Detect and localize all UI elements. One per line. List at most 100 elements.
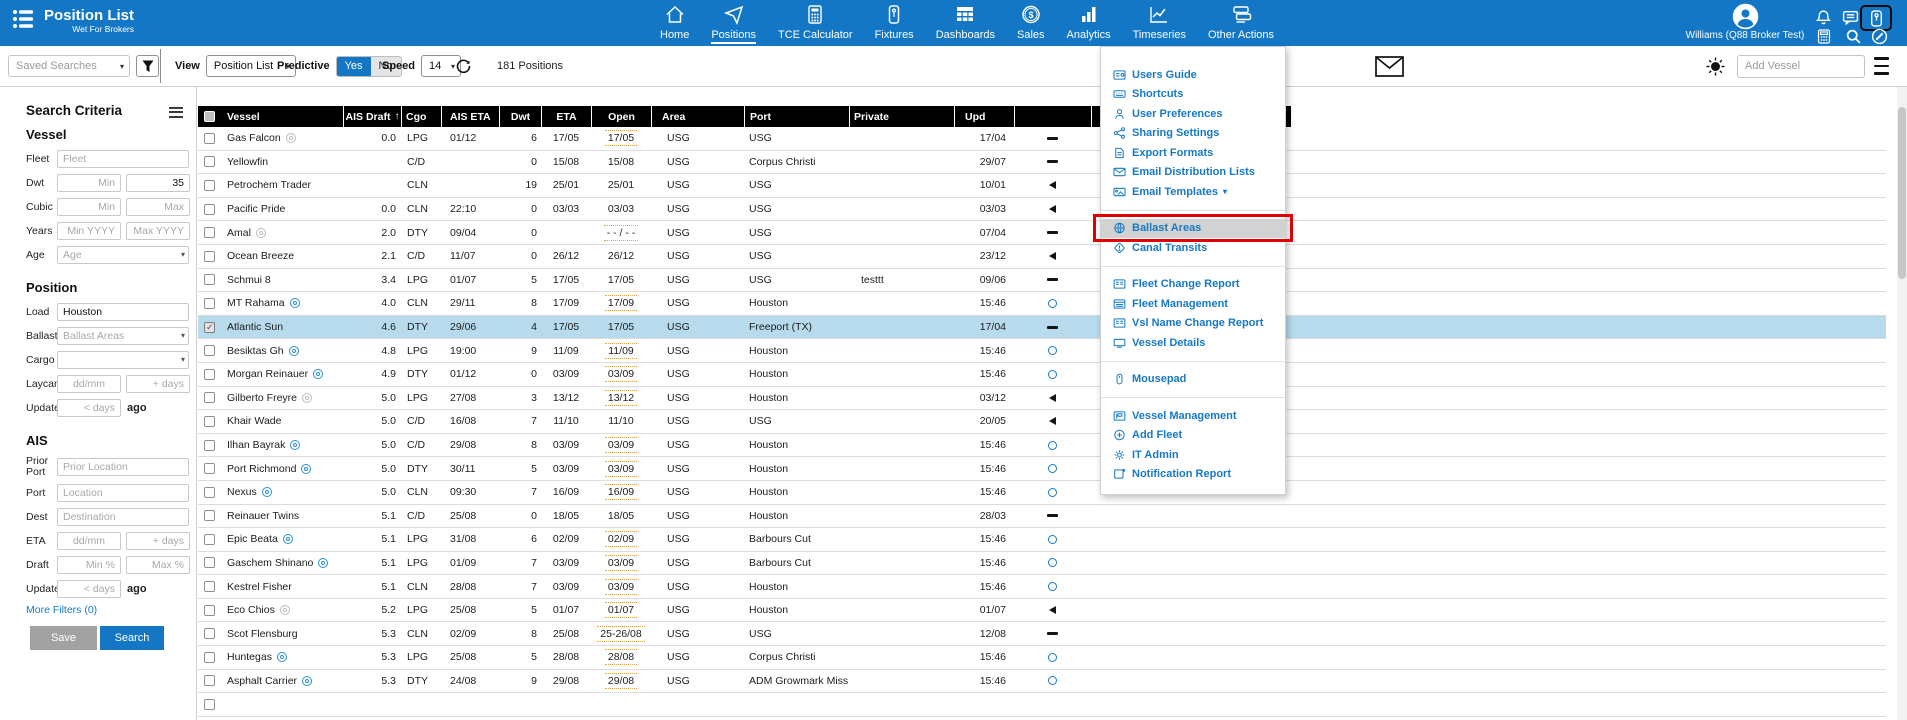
ballast-select[interactable]: [57, 327, 189, 345]
email-button[interactable]: [1375, 46, 1404, 86]
menu-item-mousepad[interactable]: Mousepad: [1101, 370, 1285, 390]
edit-icon[interactable]: [1871, 28, 1889, 46]
nav-item-fixtures[interactable]: Fixtures: [875, 4, 914, 44]
laycan-date-input[interactable]: [57, 375, 121, 393]
table-row-besiktas-gh[interactable]: Besiktas Gh4.8LPG19:00911/0911/09USGHous…: [198, 339, 1886, 363]
menu-item-sharing-settings[interactable]: Sharing Settings: [1101, 124, 1285, 144]
vertical-scrollbar[interactable]: [1897, 87, 1907, 720]
menu-item-email-distribution-lists[interactable]: Email Distribution Lists: [1101, 163, 1285, 183]
table-row-gaschem-shinano[interactable]: Gaschem Shinano5.1LPG01/09703/0903/09USG…: [198, 552, 1886, 576]
menu-item-add-fleet[interactable]: Add Fleet: [1101, 426, 1285, 446]
row-checkbox[interactable]: [204, 487, 215, 498]
column-header-eta[interactable]: ETA: [541, 106, 591, 127]
table-row-gas-falcon[interactable]: Gas Falcon0.0LPG01/12617/0517/05USGUSG17…: [198, 127, 1886, 151]
user-cluster[interactable]: Williams (Q88 Broker Test): [1680, 0, 1810, 46]
menu-item-vsl-name-change-report[interactable]: Vsl Name Change Report: [1101, 314, 1285, 334]
years-max-input[interactable]: [126, 222, 190, 240]
row-checkbox[interactable]: [204, 699, 215, 710]
menu-item-vessel-details[interactable]: Vessel Details: [1101, 333, 1285, 353]
add-vessel-input[interactable]: [1737, 55, 1865, 78]
saved-searches-select[interactable]: Saved Searches ▾: [8, 55, 130, 77]
ais-updated-days-input[interactable]: [57, 580, 121, 598]
row-checkbox[interactable]: [204, 605, 215, 616]
search-icon[interactable]: [1845, 28, 1863, 46]
avatar[interactable]: [1732, 3, 1759, 30]
menu-item-notification-report[interactable]: Notification Report: [1101, 465, 1285, 485]
column-header-upd[interactable]: Upd: [954, 106, 1014, 127]
table-row-huntegas[interactable]: Huntegas5.3LPG25/08528/0828/08USGCorpus …: [198, 646, 1886, 670]
row-checkbox[interactable]: [204, 463, 215, 474]
load-input[interactable]: [57, 303, 189, 321]
ais-eta-days-input[interactable]: [126, 532, 190, 550]
table-row-eco-chios[interactable]: Eco Chios5.2LPG25/08501/0701/07USGHousto…: [198, 599, 1886, 623]
table-row-ocean-breeze[interactable]: Ocean Breeze2.1C/D11/07026/1226/12USGUSG…: [198, 245, 1886, 269]
row-checkbox[interactable]: [204, 581, 215, 592]
menu-item-fleet-management[interactable]: Fleet Management: [1101, 294, 1285, 314]
nav-item-tce-calculator[interactable]: TCE Calculator: [778, 4, 853, 44]
row-checkbox[interactable]: [204, 369, 215, 380]
filter-button[interactable]: [136, 55, 159, 77]
column-header-ais-draft[interactable]: AIS Draft↑: [343, 106, 401, 127]
fleet-input[interactable]: [57, 150, 189, 168]
table-row-asphalt-carrier[interactable]: Asphalt Carrier5.3DTY24/08929/0829/08USG…: [198, 670, 1886, 694]
menu-item-ballast-areas[interactable]: Ballast Areas: [1101, 219, 1285, 239]
table-row-atlantic-sun[interactable]: Atlantic Sun4.6DTY29/06417/0517/05USGFre…: [198, 316, 1886, 340]
table-row-pacific-pride[interactable]: Pacific Pride0.0CLN22:10003/0303/03USGUS…: [198, 198, 1886, 222]
table-row-ilhan-bayrak[interactable]: Ilhan Bayrak5.0C/D29/08803/0903/09USGHou…: [198, 434, 1886, 458]
table-row-morgan-reinauer[interactable]: Morgan Reinauer4.9DTY01/12003/0903/09USG…: [198, 363, 1886, 387]
nav-item-other-actions[interactable]: Other Actions: [1208, 4, 1274, 44]
row-checkbox[interactable]: [204, 322, 215, 333]
refresh-button[interactable]: [456, 46, 471, 86]
column-header-open[interactable]: Open: [591, 106, 651, 127]
draft-min-input[interactable]: [57, 556, 121, 574]
bell-icon[interactable]: [1815, 9, 1833, 27]
table-row-kestrel-fisher[interactable]: Kestrel Fisher5.1CLN28/08703/0903/09USGH…: [198, 575, 1886, 599]
row-checkbox[interactable]: [204, 510, 215, 521]
menu-item-fleet-change-report[interactable]: Fleet Change Report: [1101, 275, 1285, 295]
app-logo[interactable]: Position List Wet For Brokers: [12, 7, 134, 34]
cubic-min-input[interactable]: [57, 198, 121, 216]
nav-item-analytics[interactable]: Analytics: [1067, 4, 1111, 44]
scrollbar-thumb[interactable]: [1898, 107, 1906, 279]
sidebar-menu-icon[interactable]: [169, 104, 183, 120]
row-checkbox[interactable]: [204, 440, 215, 451]
column-header-upd-status[interactable]: [1014, 106, 1091, 127]
table-row-petrochem-trader[interactable]: Petrochem TraderCLN1925/0125/01USGUSG10/…: [198, 174, 1886, 198]
nav-item-sales[interactable]: $Sales: [1017, 4, 1045, 44]
table-row-yellowfin[interactable]: YellowfinC/D015/0815/08USGCorpus Christi…: [198, 151, 1886, 175]
row-checkbox[interactable]: [204, 204, 215, 215]
cargo-select[interactable]: [57, 351, 189, 369]
menu-item-it-admin[interactable]: IT Admin: [1101, 445, 1285, 465]
menu-item-vessel-management[interactable]: Vessel Management: [1101, 406, 1285, 426]
row-checkbox[interactable]: [204, 557, 215, 568]
column-header-ais-eta[interactable]: AIS ETA: [441, 106, 499, 127]
row-checkbox[interactable]: [204, 628, 215, 639]
years-min-input[interactable]: [57, 222, 121, 240]
column-header-cgo[interactable]: Cgo: [401, 106, 441, 127]
age-select[interactable]: [57, 246, 189, 264]
row-checkbox[interactable]: [204, 227, 215, 238]
table-row-nexus[interactable]: Nexus5.0CLN09:30716/0916/09USGHouston15:…: [198, 481, 1886, 505]
menu-item-users-guide[interactable]: Users Guide: [1101, 65, 1285, 85]
row-checkbox[interactable]: [204, 156, 215, 167]
table-row-khair-wade[interactable]: Khair Wade5.0C/D16/08711/1011/10USGUSG20…: [198, 410, 1886, 434]
table-row-epic-beata[interactable]: Epic Beata5.1LPG31/08602/0902/09USGBarbo…: [198, 528, 1886, 552]
row-checkbox[interactable]: [204, 180, 215, 191]
select-all-checkbox[interactable]: [204, 111, 215, 122]
save-button[interactable]: Save: [30, 626, 97, 650]
nav-item-timeseries[interactable]: Timeseries: [1133, 4, 1186, 44]
dwt-max-input[interactable]: [126, 174, 190, 192]
more-filters-link[interactable]: More Filters (0): [26, 604, 189, 616]
table-row-port-richmond[interactable]: Port Richmond5.0DTY30/11503/0903/09USGHo…: [198, 457, 1886, 481]
row-checkbox[interactable]: [204, 392, 215, 403]
menu-item-email-templates[interactable]: Email Templates▾: [1101, 182, 1285, 202]
updated-days-input[interactable]: [57, 399, 121, 417]
table-row-schmui-8[interactable]: Schmui 83.4LPG01/07517/0517/05USGUSGtest…: [198, 269, 1886, 293]
dwt-min-input[interactable]: [57, 174, 121, 192]
nav-item-positions[interactable]: Positions: [711, 4, 756, 44]
column-header-dwt[interactable]: Dwt: [499, 106, 541, 127]
nav-item-home[interactable]: Home: [660, 4, 689, 44]
column-header-vessel[interactable]: Vessel: [221, 106, 343, 127]
draft-max-input[interactable]: [126, 556, 190, 574]
chat-icon[interactable]: [1842, 9, 1860, 27]
